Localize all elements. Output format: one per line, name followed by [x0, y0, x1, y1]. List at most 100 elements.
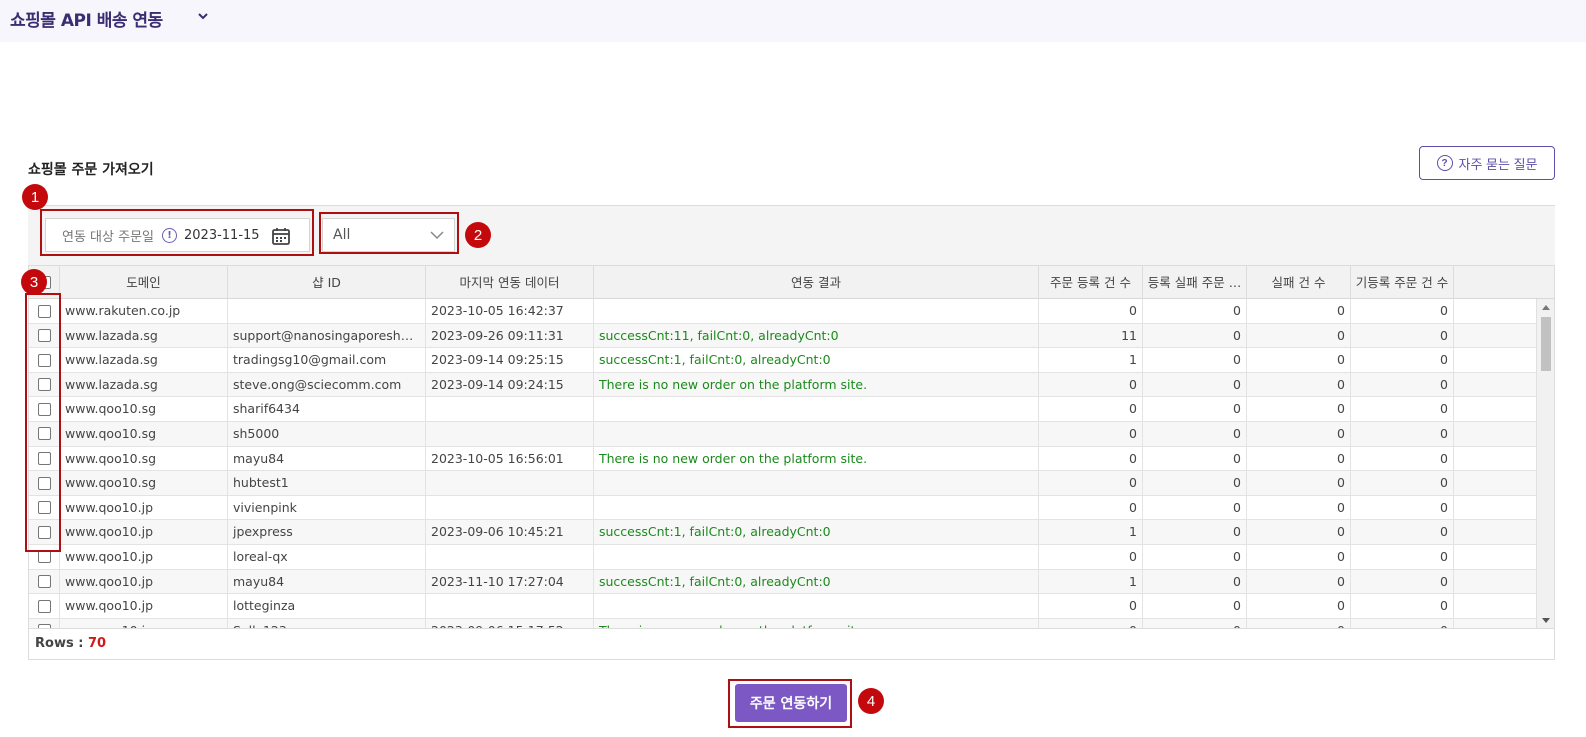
- table-cell: [594, 397, 1039, 422]
- table-cell: 0: [1143, 594, 1247, 619]
- table-cell: 2023-11-10 17:27:04: [426, 569, 594, 594]
- table-cell: 1: [1039, 348, 1143, 373]
- table-cell: [228, 299, 426, 323]
- table-cell: www.qoo10.jp: [60, 594, 228, 619]
- table-cell: www.rakuten.co.jp: [60, 299, 228, 323]
- table-cell: www.qoo10.jp: [60, 520, 228, 545]
- table-cell: www.qoo10.sg: [60, 471, 228, 496]
- table-row[interactable]: www.lazada.sg support@nanosingaporeshop..…: [29, 323, 1537, 349]
- question-icon: ?: [1436, 155, 1453, 171]
- table-cell: 0: [1143, 421, 1247, 446]
- highlight-box-4: [728, 679, 852, 728]
- highlight-box-3: [25, 293, 61, 552]
- table-cell: lotteginza: [228, 594, 426, 619]
- grid-rows: www.rakuten.co.jp 2023-10-05 16:42:37 0 0 0 0…: [29, 299, 1537, 628]
- top-bar: 쇼핑몰 API 배송 연동: [0, 0, 1586, 42]
- table-row[interactable]: www.qoo10.jp jpexpress 2023-09-06 10:45:21…: [29, 520, 1537, 545]
- table-cell: 0: [1351, 569, 1454, 594]
- row-checkbox-cell[interactable]: [29, 569, 60, 594]
- table-row[interactable]: www.lazada.sg tradingsg10@gmail.com 2023-0…: [29, 348, 1537, 373]
- table-cell: 0: [1039, 299, 1143, 323]
- table-cell: www.qoo10.jp: [60, 618, 228, 628]
- table-cell: [426, 397, 594, 422]
- table-cell: [426, 594, 594, 619]
- table-cell: 0: [1143, 520, 1247, 545]
- table-cell: www.qoo10.jp: [60, 544, 228, 569]
- table-cell: 0: [1247, 471, 1351, 496]
- table-cell: www.qoo10.sg: [60, 421, 228, 446]
- table-cell: 0: [1143, 323, 1247, 348]
- table-cell: [426, 544, 594, 569]
- table-cell: 0: [1039, 594, 1143, 619]
- scroll-down-icon[interactable]: [1542, 618, 1550, 623]
- table-cell: 0: [1351, 544, 1454, 569]
- vertical-scrollbar[interactable]: [1536, 299, 1554, 628]
- table-cell: 0: [1247, 495, 1351, 520]
- table-cell: 0: [1247, 520, 1351, 545]
- column-header[interactable]: 연동 결과: [594, 266, 1039, 299]
- table-row[interactable]: www.qoo10.sg sh5000 0 0 0 0: [29, 421, 1537, 447]
- table-cell: 0: [1143, 569, 1247, 594]
- table-cell: [594, 471, 1039, 496]
- table-cell: loreal-qx: [228, 544, 426, 569]
- table-cell: 2023-10-05 16:56:01: [426, 446, 594, 471]
- table-row[interactable]: www.qoo10.jp vivienpink 0 0 0 0: [29, 495, 1537, 521]
- table-row[interactable]: www.qoo10.sg mayu84 2023-10-05 16:56:01 The…: [29, 446, 1537, 472]
- column-header[interactable]: 마지막 연동 데이터: [426, 266, 594, 299]
- table-cell: 0: [1351, 446, 1454, 471]
- table-cell: 0: [1039, 372, 1143, 397]
- table-cell: support@nanosingaporeshop....: [228, 323, 426, 348]
- column-header[interactable]: 기등록 주문 건 수: [1351, 266, 1454, 299]
- table-cell: There is no new order on the platform si…: [594, 446, 1039, 471]
- column-header[interactable]: 도메인: [60, 266, 228, 299]
- table-cell: www.qoo10.sg: [60, 397, 228, 422]
- table-row[interactable]: www.qoo10.jp mayu84 2023-11-10 17:27:04 suc…: [29, 569, 1537, 595]
- row-checkbox[interactable]: [37, 575, 51, 589]
- chevron-down-icon[interactable]: [196, 9, 210, 23]
- column-header[interactable]: 주문 등록 건 수: [1039, 266, 1143, 299]
- rows-count: 70: [87, 636, 107, 651]
- table-cell: 2023-09-14 09:24:15: [426, 372, 594, 397]
- table-cell: successCnt:1, failCnt:0, alreadyCnt:0: [594, 569, 1039, 594]
- column-header[interactable]: 등록 실패 주문 …: [1143, 266, 1247, 299]
- scroll-up-icon[interactable]: [1542, 305, 1550, 310]
- table-cell: [594, 544, 1039, 569]
- row-checkbox[interactable]: [37, 550, 51, 564]
- table-cell: 0: [1351, 618, 1454, 628]
- faq-label: 자주 묻는 질문: [1458, 156, 1538, 172]
- table-row[interactable]: www.lazada.sg steve.ong@sciecomm.com 2023-…: [29, 372, 1537, 398]
- table-cell: mayu84: [228, 446, 426, 471]
- table-row[interactable]: www.qoo10.sg sharif6434 0 0 0 0: [29, 397, 1537, 422]
- section-title: 쇼핑몰 주문 가져오기: [28, 162, 154, 178]
- table-cell: 0: [1351, 520, 1454, 545]
- table-cell: [426, 495, 594, 520]
- table-cell: 0: [1247, 299, 1351, 323]
- table-cell: 2023-09-14 09:25:15: [426, 348, 594, 373]
- column-header[interactable]: 실패 건 수: [1247, 266, 1351, 299]
- scroll-thumb[interactable]: [1541, 317, 1551, 371]
- table-cell: 0: [1247, 446, 1351, 471]
- table-row[interactable]: www.qoo10.jp loreal-qx 0 0 0 0: [29, 544, 1537, 570]
- column-header[interactable]: 샵 ID: [228, 266, 426, 299]
- table-cell: jpexpress: [228, 520, 426, 545]
- table-row[interactable]: www.rakuten.co.jp 2023-10-05 16:42:37 0 0 0 0: [29, 299, 1537, 324]
- table-cell: 0: [1039, 618, 1143, 628]
- table-row[interactable]: www.qoo10.jp lotteginza 0 0 0 0: [29, 594, 1537, 619]
- table-row[interactable]: www.qoo10.sg hubtest1 0 0 0 0: [29, 471, 1537, 496]
- table-cell: mayu84: [228, 569, 426, 594]
- row-checkbox[interactable]: [37, 599, 51, 613]
- grid-header: 도메인 샵 ID 마지막 연동 데이터 연동 결과 주문 등록 건 수 등록 실…: [29, 266, 1554, 299]
- row-checkbox-cell[interactable]: [29, 618, 60, 628]
- table-cell: www.lazada.sg: [60, 348, 228, 373]
- faq-button[interactable]: ? 자주 묻는 질문: [1419, 146, 1555, 180]
- row-checkbox-cell[interactable]: [29, 594, 60, 619]
- table-row[interactable]: www.qoo10.jpSally1232023-09-06 15:17:52T…: [29, 618, 1537, 628]
- annotation-badge-2: 2: [465, 222, 491, 248]
- table-cell: www.qoo10.jp: [60, 569, 228, 594]
- table-cell: 0: [1143, 618, 1247, 628]
- table-cell: [594, 299, 1039, 323]
- table-cell: 0: [1143, 348, 1247, 373]
- table-cell: hubtest1: [228, 471, 426, 496]
- table-cell: 0: [1039, 495, 1143, 520]
- table-cell: 0: [1351, 372, 1454, 397]
